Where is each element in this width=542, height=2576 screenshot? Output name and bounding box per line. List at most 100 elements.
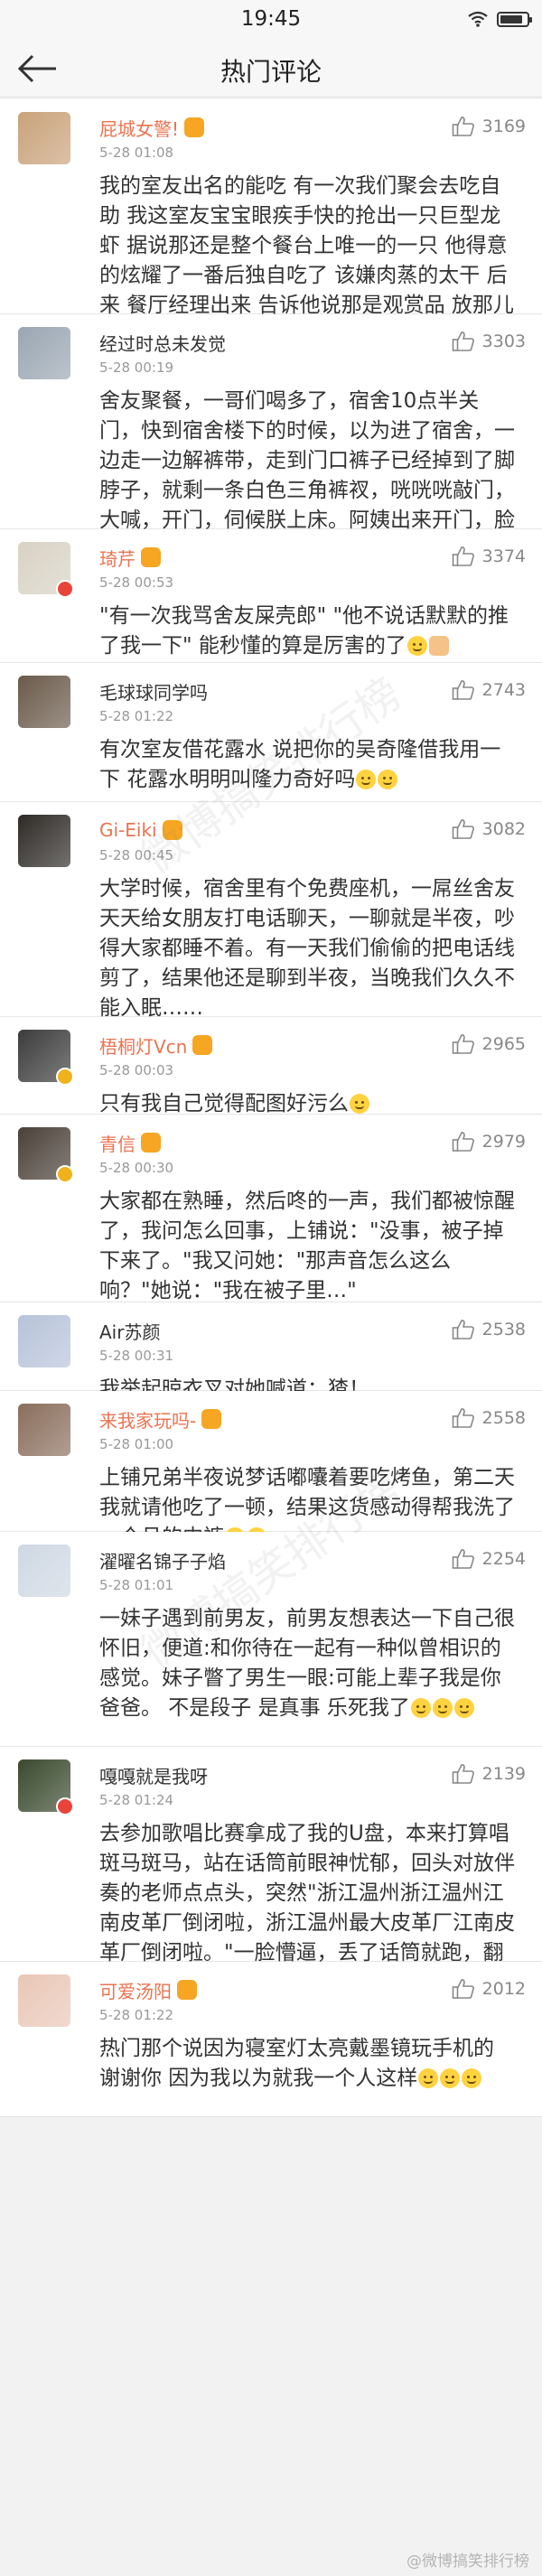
comment-item[interactable]: 毛球球同学吗 5-28 01:22 2743 有次室友借花露水 说把你的吴奇隆借我用一… [0,663,542,802]
status-time: 19:45 [240,7,302,31]
avatar[interactable] [18,1545,70,1597]
user-row: 琦芹 [99,544,425,571]
like-count: 3169 [481,117,526,136]
battery-level [500,14,522,23]
username[interactable]: 屁城女警! [99,115,179,141]
like-count: 2538 [481,1320,526,1339]
comment-text: 一妹子遇到前男友，前男友想表达一下自己很怀旧，便道:和你待在一起有一种似曾相识的… [99,1604,519,1723]
like-count: 2979 [481,1132,526,1152]
username[interactable]: Gi-Eiki [99,819,157,841]
comment-item[interactable]: 经过时总未发觉 5-28 00:19 3303 舍友聚餐，一哥们喝多了，宿舍10点半关… [0,314,542,562]
comment-item[interactable]: 来我家玩吗- 5-28 01:00 2558 上铺兄弟半夜说梦话嘟囔着要吃烤鱼，第二天… [0,1391,542,1549]
laugh-emoji-icon [378,770,398,789]
verified-badge-icon [56,1165,74,1183]
thumbs-up-icon [452,1979,474,1999]
wifi-icon [468,11,488,27]
comment-body: 只有我自己觉得配图好污么 [99,1092,349,1115]
comment-item[interactable]: Gi-Eiki 5-28 00:45 3082 大学时候，宿舍里有个免费座机，一屌丝舍… [0,802,542,1020]
username[interactable]: 来我家玩吗- [99,1406,196,1433]
page-title: 热门评论 [220,57,322,87]
verified-badge-icon [56,1068,74,1086]
username[interactable]: Air苏颜 [99,1318,160,1344]
comment-item[interactable]: 嘎嘎就是我呀 5-28 01:24 2139 去参加歌唱比赛拿成了我的U盘，本来打算唱… [0,1747,542,1994]
avatar[interactable] [18,676,70,728]
avatar-image [18,815,70,867]
like-count: 2012 [481,1979,526,1999]
like-button[interactable]: 2979 [452,1131,526,1153]
verified-badge-icon [56,1797,74,1815]
comment-text: "有一次我骂舍友屎壳郎" "他不说话默默的推了我一下" 能秒懂的算是厉害的了 [99,602,519,661]
timestamp: 5-28 01:22 [99,708,174,724]
user-row: 濯曜名锦子子焰 [99,1546,425,1573]
thumbs-up-icon [452,1034,474,1054]
like-button[interactable]: 2743 [452,679,526,701]
avatar-image [18,1545,70,1597]
like-button[interactable]: 2254 [452,1548,526,1570]
username[interactable]: 可爱汤阳 [99,1977,172,2003]
thumbs-up-icon [452,117,474,136]
username[interactable]: 毛球球同学吗 [99,678,208,705]
comment-item[interactable]: 青信 5-28 00:30 2979 大家都在熟睡，然后咚的一声，我们都被惊醒了，我问… [0,1115,542,1302]
laugh-emoji-icon [356,770,377,789]
user-row: 可爱汤阳 [99,1976,425,2003]
timestamp: 5-28 01:01 [99,1577,174,1593]
thumbs-up-icon [452,331,474,351]
like-button[interactable]: 3082 [452,818,526,840]
comment-item[interactable]: Air苏颜 5-28 00:31 2538 我举起晾衣叉对她喊道：猹！ [0,1302,542,1401]
username[interactable]: 濯曜名锦子子焰 [99,1547,226,1573]
comment-item[interactable]: 屁城女警! 5-28 01:08 3169 我的室友出名的能吃 有一次我们聚会去吃自助… [0,99,542,347]
like-button[interactable]: 2558 [452,1407,526,1429]
like-button[interactable]: 2965 [452,1033,526,1055]
user-row: Gi-Eiki [99,817,425,844]
user-row: 屁城女警! [99,114,425,141]
like-count: 2139 [481,1764,526,1784]
avatar-image [18,112,70,164]
user-row: 经过时总未发觉 [99,329,425,356]
like-count: 3303 [481,331,526,351]
comment-item[interactable]: 濯曜名锦子子焰 5-28 01:01 2254 一妹子遇到前男友，前男友想表达一下自己… [0,1532,542,1747]
user-row: 来我家玩吗- [99,1405,425,1433]
comment-body: 一妹子遇到前男友，前男友想表达一下自己很怀旧，便道:和你待在一起有一种似曾相识的… [99,1607,515,1720]
avatar[interactable] [18,815,70,867]
comment-item[interactable]: 梧桐灯Vcn 5-28 00:03 2965 只有我自己觉得配图好污么 [0,1017,542,1115]
avatar-image [18,327,70,379]
avatar-image [18,1974,70,2027]
thumbs-up-icon [452,819,474,839]
status-bar: 19:45 [0,0,542,40]
username[interactable]: 经过时总未发觉 [99,330,226,356]
verified-badge-icon [56,580,74,598]
like-count: 2254 [481,1549,526,1569]
username[interactable]: 嘎嘎就是我呀 [99,1762,208,1788]
timestamp: 5-28 00:53 [99,574,174,591]
member-badge-icon [141,547,161,567]
like-button[interactable]: 3169 [452,116,526,137]
avatar[interactable] [18,1315,70,1367]
like-button[interactable]: 2012 [452,1978,526,2000]
laugh-emoji-icon [453,1698,474,1718]
nav-bar: 热门评论 [0,40,542,98]
like-button[interactable]: 3303 [452,331,526,352]
thumbs-up-icon [452,680,474,700]
comment-body: 大家都在熟睡，然后咚的一声，我们都被惊醒了，我问怎么回事，上铺说："没事，被子掉… [99,1190,515,1302]
like-button[interactable]: 2538 [452,1319,526,1340]
thumbs-up-icon [452,1408,474,1428]
comment-item[interactable]: 琦芹 5-28 00:53 3374 "有一次我骂舍友屎壳郎" "他不说话默默的推了我… [0,529,542,663]
avatar[interactable] [18,1974,70,2027]
username[interactable]: 青信 [99,1130,136,1156]
like-count: 2965 [481,1034,526,1054]
like-button[interactable]: 3374 [452,546,526,567]
avatar[interactable] [18,112,70,164]
username[interactable]: 梧桐灯Vcn [99,1032,187,1059]
user-row: Air苏颜 [99,1317,425,1344]
username[interactable]: 琦芹 [99,545,136,571]
avatar[interactable] [18,1404,70,1456]
avatar[interactable] [18,327,70,379]
member-badge-icon [162,820,182,840]
comment-text: 大家都在熟睡，然后咚的一声，我们都被惊醒了，我问怎么回事，上铺说："没事，被子掉… [99,1187,519,1306]
like-button[interactable]: 2139 [452,1763,526,1785]
timestamp: 5-28 00:19 [99,359,174,376]
user-row: 梧桐灯Vcn [99,1031,425,1059]
battery-icon [497,11,532,27]
comment-item[interactable]: 可爱汤阳 5-28 01:22 2012 热门那个说因为寝室灯太亮戴墨镜玩手机的 谢谢… [0,1962,542,2117]
status-icons [468,11,532,27]
